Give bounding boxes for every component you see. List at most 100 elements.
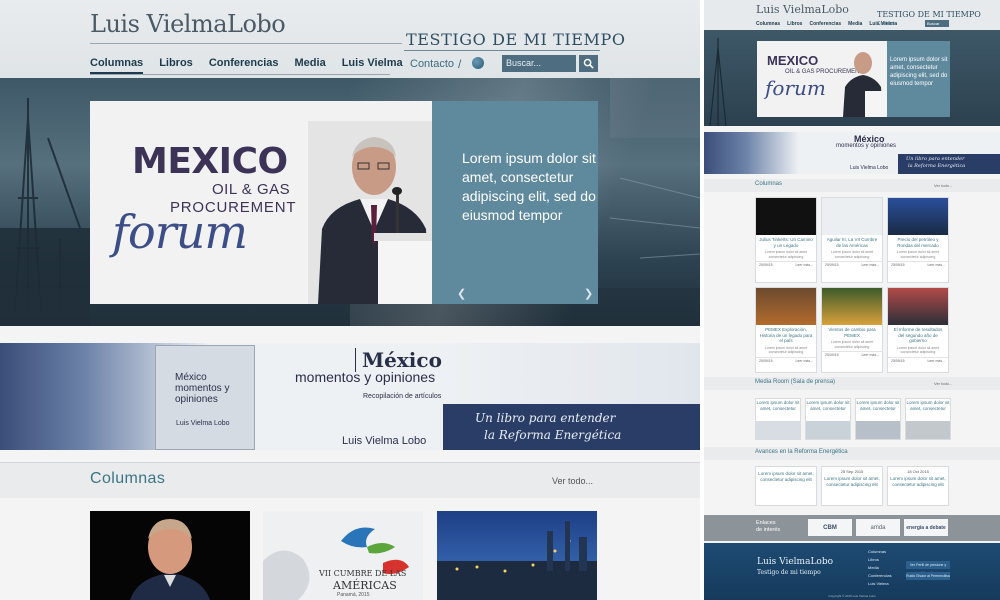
footer-button-1[interactable]: Ver Perfil de presione y anticipaciones <box>906 561 950 575</box>
footer-button-2[interactable]: Ruido Elsaur al Perenecilisa <box>906 572 950 580</box>
card-more-link[interactable]: Leer más... <box>795 263 813 267</box>
card-title: El Informe de resultados del segundo año… <box>893 327 943 343</box>
mobile-column-card-5[interactable]: Vientos de cambio para PEMEX Lorem ipsum… <box>821 287 883 373</box>
nav-item-media[interactable]: Media <box>295 57 326 74</box>
card-more-link[interactable]: Leer más... <box>795 359 813 363</box>
card-date: 25/09/15 <box>825 263 839 267</box>
mobile-nav-media[interactable]: Media <box>848 21 862 27</box>
mobile-columns-view-all[interactable]: Ver todo... <box>934 183 952 188</box>
media-item-image <box>756 421 800 439</box>
card-footer: 25/09/15 Leer más... <box>822 351 882 358</box>
book-cover-title: México momentos y opiniones <box>175 372 230 405</box>
card-footer: 25/09/15 Leer más... <box>888 261 948 268</box>
mobile-nav-libros[interactable]: Libros <box>787 21 802 27</box>
nav-divider <box>90 74 390 75</box>
reforma-line1: Un libro para entender <box>475 411 616 425</box>
banner-recopilacion: Recopilación de artículos <box>363 393 442 400</box>
footer-logo[interactable]: Luis VielmaLobo <box>757 557 833 567</box>
mobile-reforma-line2: la Reforma Energética <box>908 163 966 169</box>
media-item-text: Lorem ipsum dolor sit amet, consectetur <box>906 400 950 411</box>
column-thumb-3[interactable] <box>437 511 597 600</box>
footer-link-luis-vielma[interactable]: Luis Vielma <box>868 580 892 588</box>
column-thumb-2[interactable]: VII CUMBRE DE LAS AMÉRICAS Panamá, 2015 <box>263 511 423 600</box>
speaker-photo <box>308 121 432 304</box>
partner-logo-cbm[interactable]: CBM <box>808 519 852 536</box>
mobile-column-card-2[interactable]: Aguilar III, La VII Cumbre de las Améric… <box>821 197 883 283</box>
mobile-columns-title: Columnas <box>755 181 783 187</box>
avance-text: Lorem ipsum dolor sit amet, consectetur … <box>758 471 814 482</box>
card-image <box>888 288 948 325</box>
cumbre-text-1: VII CUMBRE DE LAS <box>319 569 407 578</box>
avance-text: Lorem ipsum dolor sit amet, consectetur … <box>890 476 946 487</box>
avance-card-2[interactable]: 25 Sep 2015 Lorem ipsum dolor sit amet, … <box>821 466 883 506</box>
card-more-link[interactable]: Leer más... <box>861 353 879 357</box>
partner-logo-amda[interactable]: amda <box>856 519 900 536</box>
card-more-link[interactable]: Leer más... <box>927 263 945 267</box>
media-item-text: Lorem ipsum dolor sit amet, consectetur <box>856 400 900 411</box>
card-image <box>888 198 948 235</box>
mobile-column-card-6[interactable]: El Informe de resultados del segundo año… <box>887 287 949 373</box>
media-item-text: Lorem ipsum dolor sit amet, consectetur <box>756 400 800 411</box>
footer-link-conferencias[interactable]: Conferencias <box>868 572 892 580</box>
card-footer: 25/09/15 Leer más... <box>756 261 816 268</box>
media-item-3[interactable]: Lorem ipsum dolor sit amet, consectetur <box>855 398 901 440</box>
media-item-1[interactable]: Lorem ipsum dolor sit amet, consectetur <box>755 398 801 440</box>
partner-logo-energia-debate[interactable]: energía a debate <box>904 519 948 536</box>
tagline-divider <box>404 50 600 51</box>
search-button[interactable] <box>579 55 598 72</box>
mobile-reforma-line1: Un libro para entender <box>906 156 965 162</box>
nav-item-conferencias[interactable]: Conferencias <box>209 57 279 74</box>
search-input[interactable]: Buscar... <box>502 55 576 72</box>
nav-item-luis-vielma[interactable]: Luis Vielma <box>342 57 403 74</box>
media-item-2[interactable]: Lorem ipsum dolor sit amet, consectetur <box>805 398 851 440</box>
card-more-link[interactable]: Leer más... <box>927 359 945 363</box>
refinery-photo <box>437 521 597 600</box>
view-all-link[interactable]: Ver todo... <box>552 476 593 486</box>
full-page-mockup: Luis VielmaLobo TESTIGO DE MI TIEMPO Col… <box>704 0 1000 600</box>
slider-prev-arrow[interactable]: ❮ <box>457 287 466 300</box>
enlaces-label: Enlaces de interés <box>756 520 780 534</box>
avance-card-3[interactable]: 18 Oct 2015 Lorem ipsum dolor sit amet, … <box>887 466 949 506</box>
card-text: Lorem ipsum dolor sit amet consectetur a… <box>896 345 940 355</box>
footer-links: Columnas Libros Media Conferencias Luis … <box>868 548 892 588</box>
hero-slide[interactable]: MEXICO OIL & GAS PROCUREMENT forum Lorem… <box>90 101 598 304</box>
slide-brand-oilgas: OIL & GAS <box>212 181 291 198</box>
avance-card-1[interactable]: Lorem ipsum dolor sit amet, consectetur … <box>755 466 817 506</box>
mobile-media-view-all[interactable]: Ver todo... <box>934 381 952 386</box>
card-text: Lorem ipsum dolor sit amet consectetur a… <box>830 250 874 259</box>
mobile-nav-columnas[interactable]: Columnas <box>756 21 780 27</box>
mobile-hero-slide[interactable]: MEXICO OIL & GAS PROCUREMENT forum Lorem… <box>757 41 950 117</box>
card-title: Precio del petróleo y Rondas del mercado <box>897 237 939 248</box>
mobile-column-card-4[interactable]: PEMEX Exploración, Historia de un legado… <box>755 287 817 373</box>
mobile-search-input[interactable]: Buscar <box>925 20 949 27</box>
columns-section-title: Columnas <box>90 470 166 487</box>
media-item-4[interactable]: Lorem ipsum dolor sit amet, consectetur <box>905 398 951 440</box>
mobile-tagline: TESTIGO DE MI TIEMPO <box>877 10 981 19</box>
mobile-contact[interactable]: Contacto <box>877 21 897 27</box>
mobile-column-card-3[interactable]: Precio del petróleo y Rondas del mercado… <box>887 197 949 283</box>
card-date: 25/09/15 <box>891 263 905 267</box>
mobile-banner-subtitle: momentos y opiniones <box>836 143 897 149</box>
nav-item-columnas[interactable]: Columnas <box>90 57 144 74</box>
mobile-slide-forum: forum <box>765 76 826 100</box>
nav-item-libros[interactable]: Libros <box>159 57 193 74</box>
globe-icon[interactable] <box>472 57 484 69</box>
enlaces-line1: Enlaces <box>756 520 776 526</box>
footer-link-media[interactable]: Media <box>868 564 892 572</box>
column-thumb-1[interactable] <box>90 511 250 600</box>
card-footer: 25/09/15 Leer más... <box>822 261 882 268</box>
footer-link-columnas[interactable]: Columnas <box>868 548 892 556</box>
slider-next-arrow[interactable]: ❯ <box>584 287 593 300</box>
mobile-logo[interactable]: Luis VielmaLobo <box>756 3 849 16</box>
contact-link[interactable]: Contacto <box>410 58 454 70</box>
footer-link-libros[interactable]: Libros <box>868 556 892 564</box>
card-more-link[interactable]: Leer más... <box>861 263 879 267</box>
portrait-photo <box>90 511 250 600</box>
mobile-nav-conferencias[interactable]: Conferencias <box>809 21 841 27</box>
mobile-enlaces-bar <box>704 515 1000 541</box>
mobile-avances-bar <box>704 447 1000 460</box>
card-text: Lorem ipsum dolor sit amet consectetur a… <box>896 250 940 259</box>
footer-copyright: Copyright © 2015 Luis Vielma Lobo <box>828 594 876 598</box>
site-logo[interactable]: Luis VielmaLobo <box>90 10 286 38</box>
mobile-column-card-1[interactable]: Julius Tinkerts: Un Camino y un Legado L… <box>755 197 817 283</box>
